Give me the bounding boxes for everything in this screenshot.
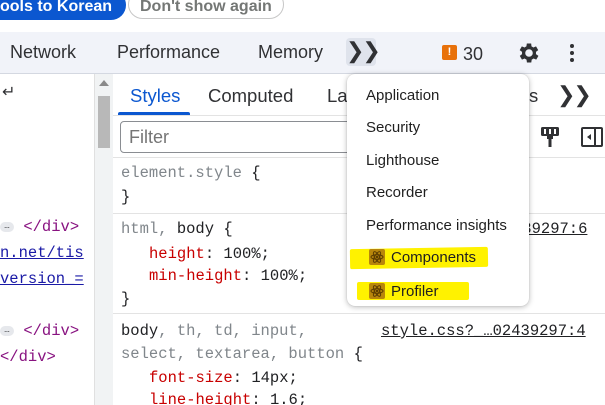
tab-partial[interactable]: s [529,85,538,107]
collapsed-ellipsis[interactable]: … [0,221,14,232]
menu-item-lighthouse[interactable]: Lighthouse [366,152,439,169]
menu-item-components[interactable]: Components [391,249,476,266]
elements-scrollbar[interactable] [94,74,113,405]
rule-selector[interactable]: element.style [121,164,242,182]
dom-line[interactable]: … </div> [0,322,79,340]
active-tab-indicator [118,112,190,115]
rule-close-brace: } [121,290,131,308]
dont-show-again-button[interactable]: Don't show again [128,0,284,19]
tab-styles[interactable]: Styles [130,85,180,107]
dom-line[interactable]: … </div> [0,218,79,236]
declaration[interactable]: line-height: 1.6; [149,391,307,405]
translate-button[interactable]: ools to Korean [0,0,127,20]
rule-selector[interactable]: body [121,322,158,340]
rule-selector[interactable]: body [177,220,214,238]
menu-item-application[interactable]: Application [366,87,439,104]
declaration[interactable]: font-size: 14px; [149,369,298,387]
tab-layout[interactable]: La [327,85,348,107]
kebab-menu-icon[interactable] [565,42,579,64]
rule-selector-gray[interactable]: html, [121,220,168,238]
declaration[interactable]: min-height: 100%; [149,267,307,285]
dom-line[interactable]: </div> [0,348,56,366]
scrollbar-thumb[interactable] [98,96,110,148]
tab-performance[interactable]: Performance [117,42,220,63]
issues-count[interactable]: 30 [463,44,483,65]
more-subtabs-chevron-icon[interactable]: ❯❯ [557,82,592,108]
style-rule-body: body, th, td, input, style.css?_…0243929… [113,314,605,405]
rule-source-link[interactable]: style.css?_…02439297:4 [381,322,586,340]
rule-selector-gray[interactable]: , th, td, input, [158,322,307,340]
devtools-tab-bar: Network Performance Memory ❯❯ ! 30 [0,32,605,74]
rule-close-brace: } [121,188,131,206]
return-arrow-icon: ↵ [2,82,16,101]
toggle-sidebar-icon[interactable] [580,126,604,148]
tab-network[interactable]: Network [10,42,76,63]
dom-link-line[interactable]: n.net/tis [0,244,84,262]
collapsed-ellipsis[interactable]: … [0,325,14,336]
menu-item-security[interactable]: Security [366,119,420,136]
menu-item-profiler[interactable]: Profiler [391,283,439,300]
menu-item-performance-insights[interactable]: Performance insights [366,217,507,234]
translate-infobar: ools to Korean Don't show again [0,0,605,32]
dom-link-line[interactable]: version_= [0,270,84,288]
react-profiler-icon [369,283,385,299]
declaration[interactable]: height: 100%; [149,245,270,263]
more-tabs-menu: Application Security Lighthouse Recorder… [347,74,529,306]
react-components-icon [369,249,385,265]
scroll-up-arrow-icon[interactable] [99,80,109,86]
issues-flag-icon[interactable]: ! [442,45,457,60]
tab-memory[interactable]: Memory [258,42,323,63]
styles-filter-input[interactable] [120,121,360,153]
menu-item-recorder[interactable]: Recorder [366,184,428,201]
more-tabs-chevron-icon[interactable]: ❯❯ [346,38,381,66]
rule-selector-gray[interactable]: select, textarea, button [121,345,344,363]
paint-brush-icon[interactable] [540,126,560,148]
elements-panel: ↵ … </div> n.net/tis version_= … </div> … [0,74,94,405]
gear-icon[interactable] [516,40,542,66]
selected-node-area[interactable]: ↵ [0,74,94,158]
tab-computed[interactable]: Computed [208,85,293,107]
